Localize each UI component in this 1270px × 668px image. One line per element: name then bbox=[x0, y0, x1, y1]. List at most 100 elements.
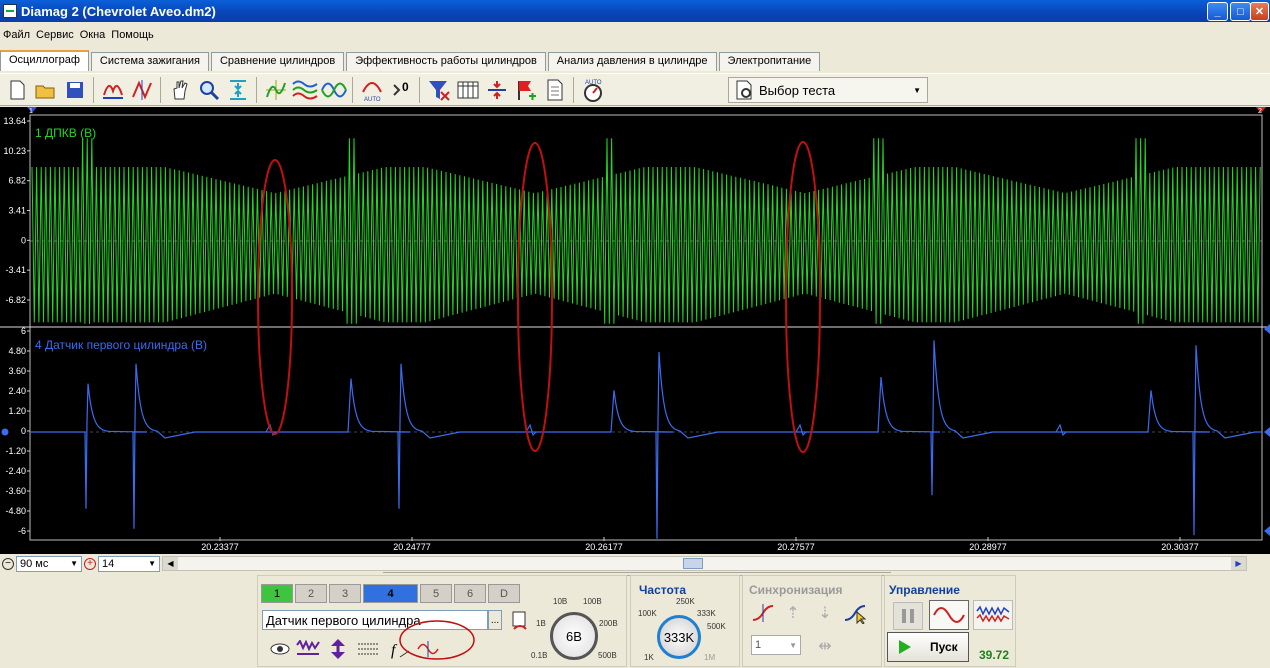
channel-3-button[interactable]: 3 bbox=[329, 584, 361, 603]
ch1-y-tick: -3.41 bbox=[5, 265, 26, 275]
zoom-select[interactable]: 14 ▼ bbox=[98, 555, 160, 572]
minimize-button[interactable]: _ bbox=[1207, 2, 1228, 21]
tab-cylinder-efficiency[interactable]: Эффективность работы цилиндров bbox=[346, 52, 546, 71]
tab-ignition[interactable]: Система зажигания bbox=[90, 52, 209, 71]
notes-icon[interactable] bbox=[540, 76, 569, 104]
menu-help[interactable]: Помощь bbox=[108, 29, 157, 41]
ch4-y-tick: 4.80 bbox=[8, 346, 26, 356]
channel-6-button[interactable]: 6 bbox=[454, 584, 486, 603]
auto-scale-icon[interactable]: AUTO bbox=[357, 76, 386, 104]
tab-pressure-analysis[interactable]: Анализ давления в цилиндре bbox=[547, 52, 717, 71]
channel-2-button[interactable]: 2 bbox=[295, 584, 327, 603]
x-tick: 20.26177 bbox=[585, 542, 623, 552]
zoom-out-icon[interactable]: − bbox=[2, 557, 14, 570]
ch4-y-tick: -3.60 bbox=[5, 486, 26, 496]
overlay-wave-icon[interactable] bbox=[319, 76, 348, 104]
tab-oscilloscope[interactable]: Осциллограф bbox=[0, 50, 89, 71]
voltage-label: 1В bbox=[536, 619, 546, 628]
voltage-knob-value: 6В bbox=[566, 628, 582, 644]
sensor-name-value: Датчик первого цилиндра bbox=[266, 612, 421, 628]
channel-d-button[interactable]: D bbox=[488, 584, 520, 603]
sensor-settings-icon[interactable] bbox=[506, 608, 534, 634]
sensor-browse-button[interactable]: ... bbox=[488, 610, 502, 630]
tab-cylinder-compare[interactable]: Сравнение цилиндров bbox=[210, 52, 345, 71]
sync-down-icon[interactable]: ⇣ bbox=[811, 600, 839, 626]
ch4-y-tick: -4.80 bbox=[5, 506, 26, 516]
annotation-ellipse bbox=[399, 620, 475, 660]
voltage-knob[interactable]: 6В bbox=[550, 612, 598, 660]
sync-panel: Синхронизация ⇡ ⇣ 1 ▼ ⇹ bbox=[742, 575, 882, 667]
channel-1-label: 1 ДПКВ (В) bbox=[35, 126, 96, 140]
menu-service[interactable]: Сервис bbox=[33, 29, 77, 41]
auto-voltmeter-icon[interactable]: AUTO bbox=[578, 76, 607, 104]
wave-stretch-h-icon[interactable] bbox=[98, 76, 127, 104]
ch4-y-tick: -2.40 bbox=[5, 466, 26, 476]
frequency-knob[interactable]: 333K bbox=[657, 615, 701, 659]
divider-icon[interactable] bbox=[482, 76, 511, 104]
eye-icon[interactable] bbox=[266, 636, 294, 662]
sync-rising-edge-icon[interactable] bbox=[749, 600, 777, 626]
pause-icon[interactable] bbox=[893, 602, 923, 630]
title-bar: Diamag 2 (Chevrolet Aveo.dm2) _ □ ✕ bbox=[0, 0, 1270, 22]
open-folder-icon[interactable] bbox=[31, 76, 60, 104]
table-icon[interactable] bbox=[453, 76, 482, 104]
sync-cursor-icon[interactable] bbox=[841, 600, 869, 626]
scope-canvas[interactable]: 13.64 10.23 6.82 3.41 0 -3.41 -6.82 6 4.80 3.60 2.… bbox=[0, 107, 1270, 554]
toolbar-separator bbox=[93, 76, 94, 103]
vertical-shift-icon[interactable] bbox=[324, 636, 352, 662]
dropdown-arrow-icon: ▼ bbox=[70, 559, 78, 568]
zoom-icon[interactable] bbox=[194, 76, 223, 104]
timebase-select[interactable]: 90 мс ▼ bbox=[16, 555, 82, 572]
multi-wave-icon[interactable] bbox=[290, 76, 319, 104]
marker-add-icon[interactable] bbox=[511, 76, 540, 104]
cursor-cross-icon[interactable] bbox=[261, 76, 290, 104]
wave-measure-icon[interactable] bbox=[127, 76, 156, 104]
ch1-y-tick: 3.41 bbox=[8, 206, 26, 216]
maximize-button[interactable]: □ bbox=[1230, 2, 1251, 21]
channel-1-button[interactable]: 1 bbox=[261, 584, 293, 603]
horizontal-lines-icon[interactable] bbox=[354, 636, 382, 662]
zero-offset-icon[interactable]: 0 bbox=[386, 76, 415, 104]
filter-icon[interactable] bbox=[424, 76, 453, 104]
start-button[interactable]: Пуск bbox=[887, 632, 969, 662]
ch4-ripple bbox=[795, 423, 807, 437]
sync-link-icon[interactable]: ⇹ bbox=[811, 633, 839, 659]
ch4-range-marker[interactable] bbox=[1264, 526, 1270, 536]
timebase-value: 90 мс bbox=[20, 557, 49, 570]
single-wave-mode-icon[interactable] bbox=[929, 600, 969, 630]
menu-file[interactable]: Файл bbox=[0, 29, 33, 41]
hand-pan-icon[interactable] bbox=[165, 76, 194, 104]
close-button[interactable]: ✕ bbox=[1250, 2, 1269, 21]
sync-channel-value: 1 bbox=[755, 639, 762, 651]
x-tick: 20.30377 bbox=[1161, 542, 1199, 552]
ch4-y-tick: 6 bbox=[21, 326, 26, 336]
sync-title: Синхронизация bbox=[749, 583, 843, 597]
scroll-left-icon[interactable]: ◀ bbox=[163, 557, 178, 570]
horizontal-scrollbar[interactable]: ◀ ▶ bbox=[162, 556, 1247, 571]
sync-up-icon[interactable]: ⇡ bbox=[779, 600, 807, 626]
channel-4-button[interactable]: 4 bbox=[363, 584, 418, 603]
ch4-range-marker[interactable] bbox=[1264, 427, 1270, 437]
zoom-in-icon[interactable]: + bbox=[84, 557, 96, 570]
tab-strip: Осциллограф Система зажигания Сравнение … bbox=[0, 50, 822, 72]
frequency-knob-value: 333K bbox=[663, 629, 695, 645]
test-select-dropdown[interactable]: Выбор теста ▼ bbox=[728, 77, 928, 103]
scroll-right-icon[interactable]: ▶ bbox=[1231, 557, 1246, 570]
tab-power-supply[interactable]: Электропитание bbox=[718, 52, 821, 71]
ch4-range-marker[interactable] bbox=[1264, 324, 1270, 334]
control-panel: Управление Пуск 39.72 bbox=[884, 575, 1016, 667]
sync-channel-select[interactable]: 1 ▼ bbox=[751, 635, 801, 655]
scroll-thumb[interactable] bbox=[683, 558, 703, 569]
x-tick: 20.23377 bbox=[201, 542, 239, 552]
new-file-icon[interactable] bbox=[2, 76, 31, 104]
menu-windows[interactable]: Окна bbox=[77, 29, 109, 41]
noise-wave-icon[interactable] bbox=[294, 636, 322, 662]
oscilloscope-display[interactable]: 13.64 10.23 6.82 3.41 0 -3.41 -6.82 6 4.80 3.60 2.… bbox=[0, 107, 1270, 554]
frequency-label: 250K bbox=[676, 597, 695, 606]
channel-5-button[interactable]: 5 bbox=[420, 584, 452, 603]
ch4-offset-marker[interactable] bbox=[1, 428, 9, 436]
compress-icon[interactable] bbox=[223, 76, 252, 104]
frequency-panel: Частота 250K 100K 333K 500K 1K 1M 333K bbox=[630, 575, 740, 667]
multi-wave-mode-icon[interactable] bbox=[973, 600, 1013, 630]
save-icon[interactable] bbox=[60, 76, 89, 104]
